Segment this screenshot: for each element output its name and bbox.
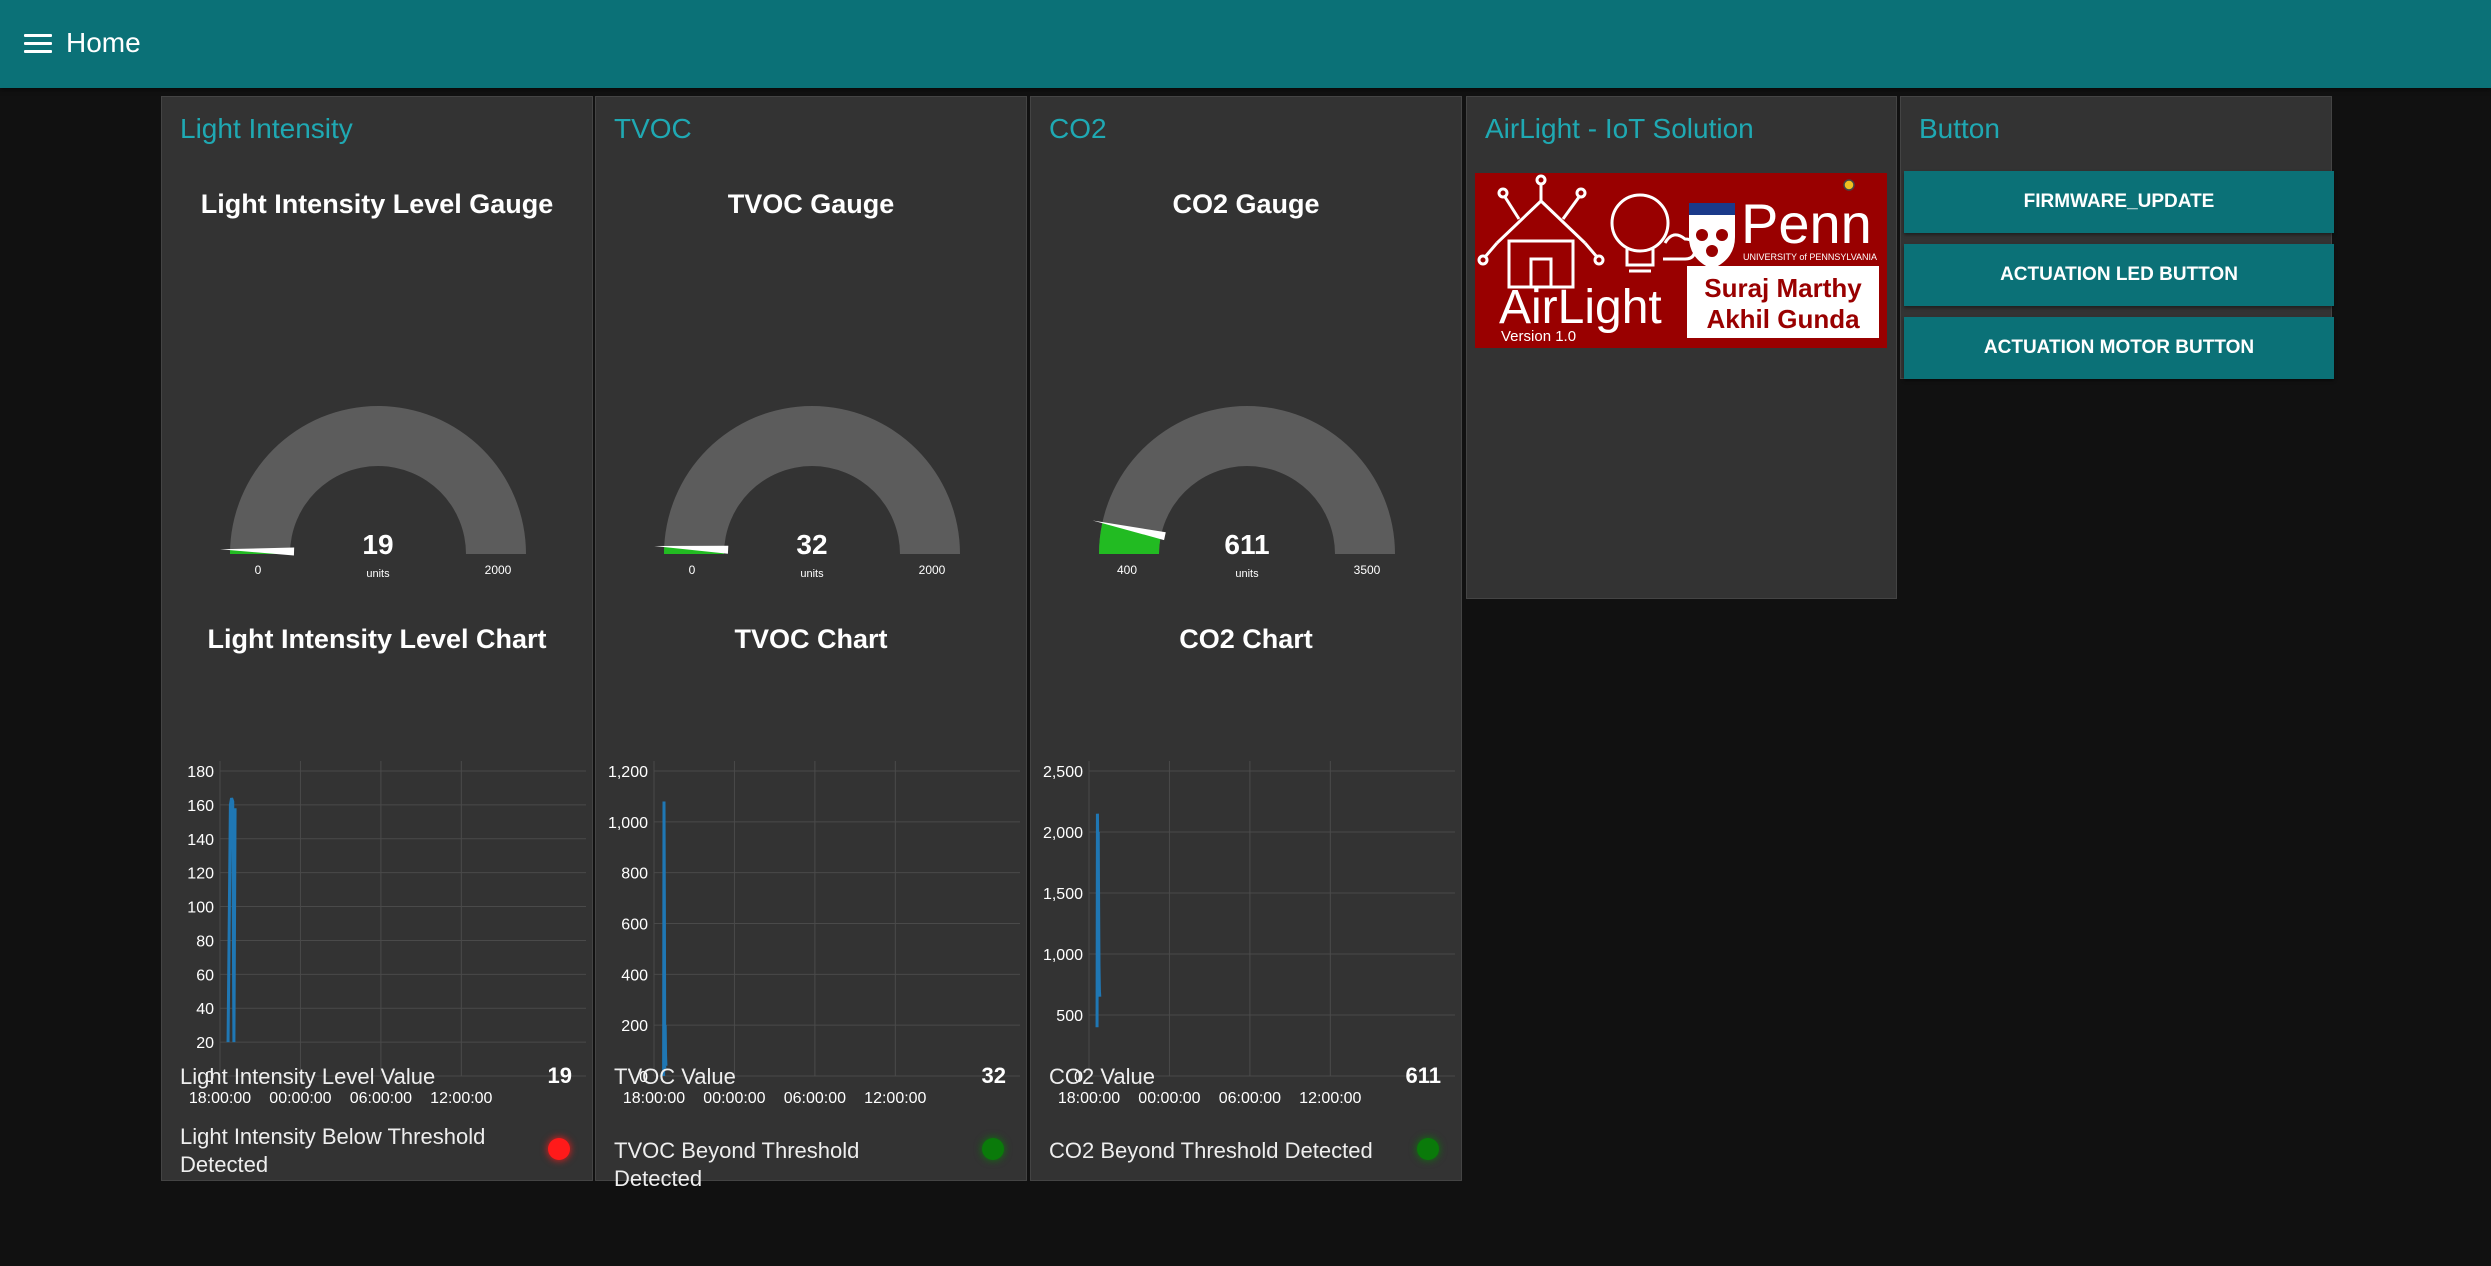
x-tick-label: 18:00:00 [1058, 1090, 1120, 1107]
tvoc-chart: 02004006008001,0001,20018:00:00 00:00:00 0… [608, 761, 1020, 1107]
penn-subtitle: UNIVERSITY of PENNSYLVANIA [1743, 252, 1877, 262]
hamburger-menu-icon[interactable] [24, 34, 54, 56]
y-tick-label: 180 [187, 764, 214, 781]
tvoc-gauge: 32 units 0 2000 [654, 406, 960, 580]
top-bar: Home [0, 0, 2491, 88]
x-tick-label: 06:00:00 [784, 1090, 846, 1107]
airlight-card: AirLight - IoT Solution Penn UNIVERSITY … [1466, 96, 1897, 599]
button-card: Button FIRMWARE_UPDATE ACTUATION LED BUT… [1900, 96, 2334, 379]
card-title: Light Intensity [180, 113, 353, 144]
series-line [1095, 813, 1102, 1028]
gauge-min-label: 0 [689, 563, 696, 577]
gauge-title: TVOC Gauge [727, 189, 895, 219]
co2-gauge: 611 units 400 3500 [1092, 406, 1395, 580]
author-1: Suraj Marthy [1704, 273, 1862, 303]
value-readout: 19 [547, 1063, 572, 1088]
penn-wordmark: Penn [1741, 192, 1872, 255]
y-tick-label: 20 [196, 1035, 214, 1052]
y-tick-label: 1,500 [1043, 886, 1083, 903]
status-dot-icon [1843, 179, 1855, 191]
airlight-wordmark: AirLight [1499, 281, 1662, 334]
y-tick-label: 120 [187, 866, 214, 883]
y-tick-label: 2,500 [1043, 764, 1083, 781]
x-tick-label: 18:00:00 [623, 1090, 685, 1107]
value-label: CO2 Value [1049, 1064, 1155, 1089]
airlight-logo-graphic: Penn UNIVERSITY of PENNSYLVANIA AirLight… [1477, 174, 1879, 345]
light-intensity-gauge: 19 units 0 2000 [220, 406, 526, 580]
chart-title: Light Intensity Level Chart [207, 624, 547, 654]
gauge-max-label: 2000 [485, 563, 512, 577]
gauge-units: units [1235, 568, 1259, 580]
gauge-units: units [366, 568, 390, 580]
tvoc-card: TVOC TVOC Gauge 32 units 0 2000 TVOC Cha… [595, 96, 1027, 1191]
x-tick-label: 06:00:00 [1219, 1090, 1281, 1107]
y-tick-label: 500 [1056, 1008, 1083, 1025]
gauge-units: units [800, 568, 824, 580]
gauge-value: 611 [1224, 529, 1269, 560]
y-tick-label: 100 [187, 900, 214, 917]
y-tick-label: 200 [621, 1018, 648, 1035]
y-tick-label: 600 [621, 917, 648, 934]
threshold-label: CO2 Beyond Threshold Detected [1049, 1138, 1373, 1163]
threshold-label: TVOC Beyond Threshold Detected [614, 1138, 860, 1191]
x-tick-label: 12:00:00 [864, 1090, 926, 1107]
threshold-led-indicator [1417, 1138, 1439, 1160]
y-tick-label: 140 [187, 832, 214, 849]
y-tick-label: 80 [196, 933, 214, 950]
gauge-max-label: 2000 [919, 563, 946, 577]
x-tick-label: 18:00:00 [189, 1090, 251, 1107]
co2-chart: 05001,0001,5002,0002,50018:00:00 00:00:00… [1043, 761, 1455, 1107]
actuation-led-button[interactable]: ACTUATION LED BUTTON [1904, 244, 2334, 306]
penn-shield-icon [1689, 203, 1735, 269]
value-label: Light Intensity Level Value [180, 1064, 436, 1089]
x-tick-label: 12:00:00 [1299, 1090, 1361, 1107]
chart-title: CO2 Chart [1179, 624, 1313, 654]
house-circuit-icon [1477, 174, 1605, 289]
airlight-version: Version 1.0 [1501, 328, 1576, 345]
lightbulb-cloud-icon [1610, 193, 1697, 273]
page-title: Home [66, 27, 141, 58]
y-tick-label: 2,000 [1043, 825, 1083, 842]
x-tick-label: 06:00:00 [350, 1090, 412, 1107]
value-readout: 32 [981, 1063, 1006, 1088]
x-tick-label: 12:00:00 [430, 1090, 492, 1107]
light-intensity-chart: 02040608010012014016018018:00:00 00:00:00… [187, 761, 586, 1107]
series-line [226, 797, 237, 1043]
gauge-title: Light Intensity Level Gauge [200, 189, 554, 219]
gauge-value: 32 [796, 529, 827, 560]
threshold-led-indicator [548, 1138, 570, 1160]
firmware-update-button[interactable]: FIRMWARE_UPDATE [1904, 171, 2334, 233]
card-title: AirLight - IoT Solution [1485, 113, 1754, 144]
y-tick-label: 1,200 [608, 764, 648, 781]
value-readout: 611 [1405, 1063, 1442, 1088]
chart-title: TVOC Chart [734, 624, 888, 654]
author-2: Akhil Gunda [1706, 304, 1860, 334]
threshold-label: Light Intensity Below Threshold Detected [180, 1124, 486, 1177]
airlight-logo: Penn UNIVERSITY of PENNSYLVANIA AirLight… [1475, 173, 1887, 348]
threshold-led-indicator [982, 1138, 1004, 1160]
y-tick-label: 60 [196, 967, 214, 984]
y-tick-label: 1,000 [1043, 947, 1083, 964]
y-tick-label: 400 [621, 967, 648, 984]
gauge-title: CO2 Gauge [1172, 189, 1320, 219]
gauge-value: 19 [362, 529, 393, 560]
x-tick-label: 00:00:00 [1138, 1090, 1200, 1107]
gauge-max-label: 3500 [1354, 563, 1381, 577]
series-line [662, 801, 668, 1077]
y-tick-label: 1,000 [608, 815, 648, 832]
actuation-motor-button[interactable]: ACTUATION MOTOR BUTTON [1904, 317, 2334, 379]
light-intensity-card: Light Intensity Light Intensity Level Ga… [161, 96, 593, 1181]
card-title: TVOC [614, 113, 692, 144]
y-tick-label: 40 [196, 1001, 214, 1018]
value-label: TVOC Value [614, 1064, 736, 1089]
x-tick-label: 00:00:00 [269, 1090, 331, 1107]
card-title: Button [1919, 113, 2000, 144]
y-tick-label: 160 [187, 798, 214, 815]
card-title: CO2 [1049, 113, 1107, 144]
gauge-min-label: 400 [1117, 563, 1137, 577]
co2-card: CO2 CO2 Gauge 611 units 400 3500 CO2 Cha… [1030, 96, 1462, 1181]
y-tick-label: 800 [621, 866, 648, 883]
gauge-min-label: 0 [255, 563, 262, 577]
x-tick-label: 00:00:00 [703, 1090, 765, 1107]
